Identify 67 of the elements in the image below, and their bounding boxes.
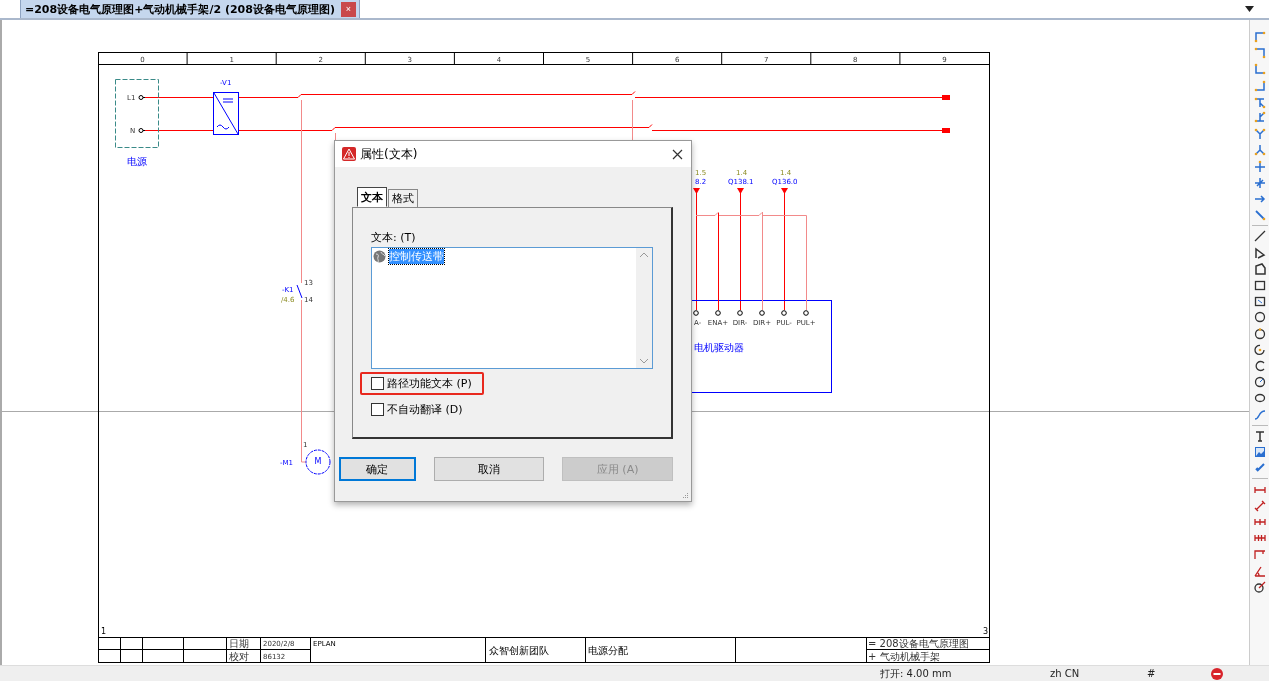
close-button[interactable]: ×	[340, 1, 356, 17]
arc-icon[interactable]	[1252, 342, 1267, 357]
dimension-icon[interactable]	[1252, 547, 1267, 562]
location-text: + 气动机械手架	[868, 651, 940, 662]
converter-symbol	[213, 92, 239, 135]
rectangle-icon[interactable]	[1252, 278, 1267, 292]
fork-icon[interactable]	[1252, 143, 1267, 158]
power-supply-box	[115, 79, 159, 148]
circle-icon[interactable]	[1252, 326, 1267, 341]
dropdown-icon[interactable]	[1245, 6, 1254, 12]
wire-end	[942, 95, 950, 133]
page-number: 3	[983, 627, 989, 636]
language-status: zh CN	[1050, 668, 1081, 679]
corner-icon[interactable]	[1252, 62, 1267, 77]
globe-icon	[373, 250, 386, 263]
motor-symbol	[305, 449, 331, 475]
document-tab[interactable]: =208设备电气原理图+气动机械手架/2 (208设备电气原理图) ×	[20, 0, 360, 18]
corner-icon[interactable]	[1252, 78, 1267, 93]
grid-status: #	[1147, 668, 1157, 679]
rectangle-icon[interactable]	[1252, 294, 1267, 309]
dialog-tab[interactable]: 文本	[357, 187, 387, 207]
checkbox-label: 不自动翻译 (D)	[387, 402, 463, 417]
fork-icon[interactable]	[1252, 127, 1267, 142]
terminal	[803, 310, 809, 316]
corner-icon[interactable]	[1252, 30, 1267, 44]
field-label: 校对	[229, 651, 249, 662]
polygon-icon[interactable]	[1252, 261, 1267, 276]
diagonal-icon[interactable]	[1252, 208, 1267, 223]
cross-icon[interactable]	[1252, 175, 1267, 190]
checkbox-label: 路径功能文本 (P)	[387, 376, 472, 391]
checkbox[interactable]	[371, 377, 384, 390]
terminal	[759, 310, 765, 316]
dialog-tab[interactable]: 格式	[388, 189, 418, 207]
stop-icon	[1211, 667, 1223, 680]
curve-icon[interactable]	[1252, 407, 1267, 422]
field-label: 日期	[229, 638, 249, 649]
radius-icon[interactable]	[1252, 579, 1267, 594]
driver-label: 电机驱动器	[694, 342, 744, 353]
polyline-icon[interactable]	[1252, 245, 1267, 260]
dialog-title: 属性(文本)	[360, 145, 419, 163]
dialog-button[interactable]: 取消	[433, 457, 545, 481]
contact-symbol	[296, 284, 303, 299]
warning-icon	[342, 147, 356, 161]
page-number: 1	[101, 627, 107, 636]
field-label: 文本: (T)	[371, 230, 417, 245]
close-icon[interactable]	[672, 148, 683, 160]
terminal	[715, 310, 721, 316]
snap-status: 打开: 4.00 mm	[880, 666, 953, 681]
sector-icon[interactable]	[1252, 375, 1267, 390]
terminal	[693, 310, 699, 316]
cross-icon[interactable]	[1252, 159, 1267, 174]
motor-letter: M	[314, 457, 322, 466]
line-icon[interactable]	[1252, 229, 1267, 244]
tee-icon[interactable]	[1252, 110, 1267, 125]
circle-icon[interactable]	[1252, 310, 1267, 325]
corner-icon[interactable]	[1252, 46, 1267, 61]
function-text: = 208设备电气原理图	[868, 638, 969, 649]
dialog-button[interactable]: 确定	[339, 457, 416, 481]
terminal	[737, 310, 743, 316]
image-icon[interactable]	[1252, 445, 1267, 460]
dimension-icon[interactable]	[1252, 498, 1267, 513]
page-title: 电源分配	[588, 645, 628, 656]
resize-grip-icon[interactable]	[681, 491, 689, 499]
checkbox[interactable]	[371, 403, 384, 416]
company-text: 众智创新团队	[489, 645, 549, 656]
power-label: 电源	[127, 156, 147, 167]
terminal	[781, 310, 787, 316]
